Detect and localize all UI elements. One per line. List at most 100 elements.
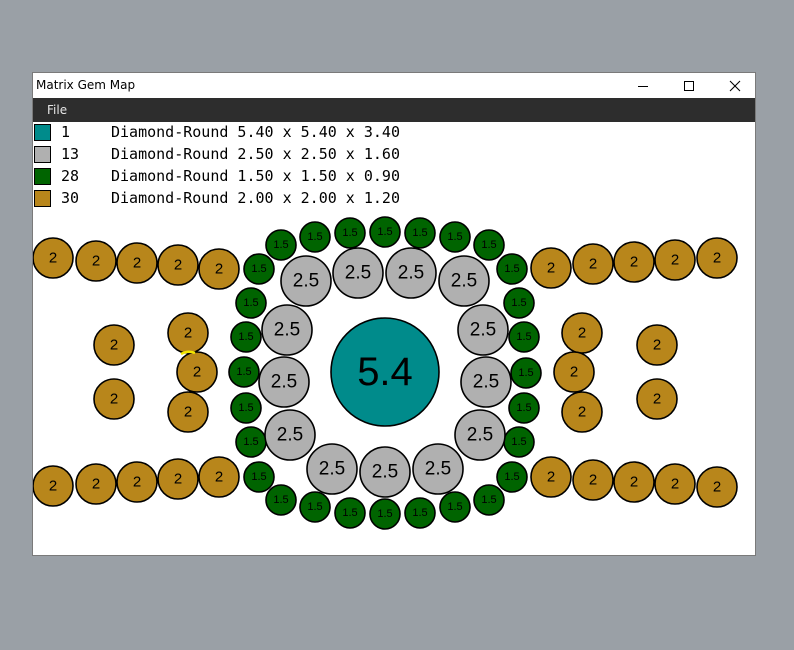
gold-gem[interactable]: 2: [157, 244, 199, 286]
green-gem[interactable]: 1.5: [243, 461, 275, 493]
green-gem[interactable]: 1.5: [439, 491, 471, 523]
green-gem[interactable]: 1.5: [369, 498, 401, 530]
gold-gem[interactable]: 2: [33, 237, 74, 279]
green-gem[interactable]: 1.5: [496, 253, 528, 285]
green-gem[interactable]: 1.5: [439, 221, 471, 253]
gold-gem[interactable]: 2: [553, 351, 595, 393]
green-gem[interactable]: 1.5: [510, 357, 542, 389]
gold-gem[interactable]: 2: [167, 312, 209, 354]
gold-gem[interactable]: 2: [696, 466, 738, 508]
gold-gem[interactable]: 2: [572, 243, 614, 285]
gold-gem-label: 2: [653, 391, 661, 408]
gray-gem[interactable]: 2.5: [454, 409, 506, 461]
gray-gem-label: 2.5: [425, 459, 451, 480]
gold-gem[interactable]: 2: [93, 324, 135, 366]
gold-gem[interactable]: 2: [636, 324, 678, 366]
green-gem[interactable]: 1.5: [235, 426, 267, 458]
gray-gem[interactable]: 2.5: [460, 356, 512, 408]
green-gem[interactable]: 1.5: [334, 497, 366, 529]
green-gem[interactable]: 1.5: [473, 484, 505, 516]
gray-gem[interactable]: 2.5: [264, 409, 316, 461]
gold-gem[interactable]: 2: [93, 378, 135, 420]
gray-gem-label: 2.5: [398, 263, 424, 284]
gold-gem[interactable]: 2: [561, 312, 603, 354]
gold-gem-label: 2: [547, 469, 555, 486]
green-gem-label: 1.5: [516, 402, 531, 414]
gray-gem-label: 2.5: [293, 271, 319, 292]
green-gem[interactable]: 1.5: [473, 229, 505, 261]
green-gem[interactable]: 1.5: [496, 461, 528, 493]
gold-gem[interactable]: 2: [530, 247, 572, 289]
gray-gem[interactable]: 2.5: [385, 247, 437, 299]
gold-gem-label: 2: [184, 404, 192, 421]
gray-gem[interactable]: 2.5: [306, 443, 358, 495]
gray-gem[interactable]: 2.5: [457, 304, 509, 356]
gold-gem[interactable]: 2: [561, 391, 603, 433]
gray-gem[interactable]: 2.5: [261, 304, 313, 356]
gold-gem-label: 2: [713, 479, 721, 496]
green-gem[interactable]: 1.5: [265, 484, 297, 516]
gold-gem[interactable]: 2: [696, 237, 738, 279]
gold-gem[interactable]: 2: [167, 391, 209, 433]
gold-gem[interactable]: 2: [176, 351, 218, 393]
gold-gem-label: 2: [110, 391, 118, 408]
gray-gem[interactable]: 2.5: [332, 247, 384, 299]
gray-gem[interactable]: 2.5: [359, 446, 411, 498]
gray-gem[interactable]: 2.5: [280, 255, 332, 307]
gold-gem-label: 2: [630, 254, 638, 271]
gold-gem[interactable]: 2: [75, 463, 117, 505]
gold-gem[interactable]: 2: [116, 461, 158, 503]
gold-gem[interactable]: 2: [613, 461, 655, 503]
center-gem[interactable]: 5.4: [330, 317, 440, 427]
gold-gem[interactable]: 2: [33, 465, 74, 507]
green-gem-label: 1.5: [516, 331, 531, 343]
gold-gem[interactable]: 2: [75, 240, 117, 282]
gold-gem-label: 2: [630, 474, 638, 491]
green-gem[interactable]: 1.5: [508, 392, 540, 424]
gold-gem-label: 2: [570, 364, 578, 381]
gold-gem[interactable]: 2: [654, 239, 696, 281]
green-gem-label: 1.5: [377, 226, 392, 238]
green-gem[interactable]: 1.5: [334, 217, 366, 249]
green-gem[interactable]: 1.5: [265, 229, 297, 261]
green-gem[interactable]: 1.5: [243, 253, 275, 285]
green-gem[interactable]: 1.5: [299, 221, 331, 253]
green-gem[interactable]: 1.5: [230, 321, 262, 353]
gold-gem[interactable]: 2: [613, 241, 655, 283]
gold-gem[interactable]: 2: [530, 456, 572, 498]
gold-gem-label: 2: [110, 337, 118, 354]
green-gem-label: 1.5: [377, 508, 392, 520]
gold-gem-label: 2: [92, 476, 100, 493]
gray-gem[interactable]: 2.5: [438, 255, 490, 307]
green-gem-label: 1.5: [238, 402, 253, 414]
green-gem[interactable]: 1.5: [508, 321, 540, 353]
gold-gem-label: 2: [174, 257, 182, 274]
gold-gem[interactable]: 2: [157, 458, 199, 500]
gold-gem-label: 2: [193, 364, 201, 381]
gold-gem[interactable]: 2: [198, 456, 240, 498]
green-gem[interactable]: 1.5: [503, 426, 535, 458]
gold-gem[interactable]: 2: [198, 248, 240, 290]
green-gem-label: 1.5: [481, 239, 496, 251]
green-gem[interactable]: 1.5: [369, 216, 401, 248]
green-gem-label: 1.5: [307, 231, 322, 243]
gold-gem[interactable]: 2: [116, 242, 158, 284]
gem-map-canvas[interactable]: 2 2 2 2 2 2 2 2 2 2 2 2 2 2 2 2 2 2 2 2 2 2 2 2 2 2 2 2 2 2 1.5 1.5 1.5 1…: [33, 73, 756, 556]
gray-gem-label: 2.5: [372, 462, 398, 483]
gold-gem[interactable]: 2: [636, 378, 678, 420]
gold-gem-label: 2: [653, 337, 661, 354]
green-gem[interactable]: 1.5: [228, 356, 260, 388]
gold-gem-label: 2: [133, 255, 141, 272]
green-gem[interactable]: 1.5: [404, 217, 436, 249]
gold-gem[interactable]: 2: [572, 459, 614, 501]
green-gem-label: 1.5: [342, 227, 357, 239]
green-gem[interactable]: 1.5: [299, 491, 331, 523]
gray-gem[interactable]: 2.5: [412, 443, 464, 495]
green-gem[interactable]: 1.5: [230, 392, 262, 424]
green-gem[interactable]: 1.5: [235, 287, 267, 319]
gold-gem[interactable]: 2: [654, 463, 696, 505]
gray-gem[interactable]: 2.5: [258, 356, 310, 408]
green-gem-label: 1.5: [238, 331, 253, 343]
green-gem[interactable]: 1.5: [503, 287, 535, 319]
green-gem[interactable]: 1.5: [404, 497, 436, 529]
